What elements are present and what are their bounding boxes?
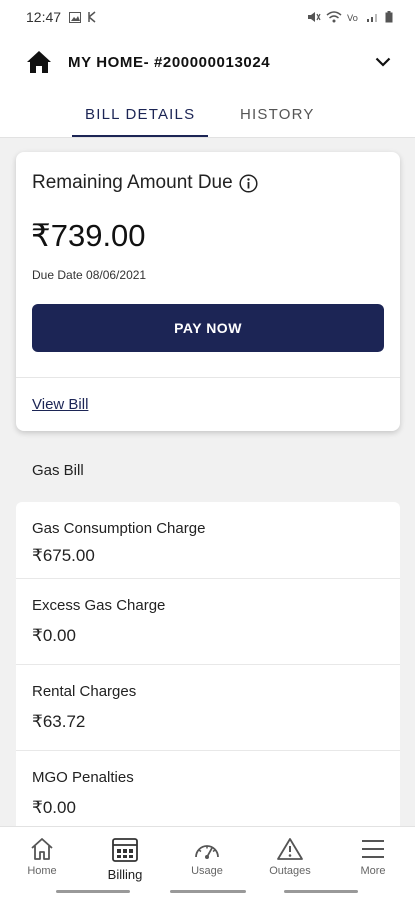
svg-text:Vo: Vo: [347, 14, 358, 23]
charge-value: ₹675.00: [32, 546, 95, 565]
account-title: MY HOME- #200000013024: [68, 53, 271, 71]
charge-row: Gas Consumption Charge ₹675.00: [16, 502, 400, 579]
pay-now-button[interactable]: PAY NOW: [32, 304, 384, 352]
charges-list: Gas Consumption Charge ₹675.00 Excess Ga…: [16, 502, 400, 832]
home-filled-icon: [27, 51, 51, 73]
tab-history[interactable]: HISTORY: [240, 106, 315, 123]
gesture-bar-right: [284, 890, 358, 893]
amount-due-card: Remaining Amount Due ₹739.00 Due Date 08…: [16, 152, 400, 431]
nav-more[interactable]: More: [338, 837, 408, 877]
wifi-icon: [326, 11, 342, 23]
nav-label-more: More: [360, 865, 386, 877]
status-system-icons: Vo: [307, 11, 393, 23]
signal-icon: [367, 14, 377, 22]
charge-row: MGO Penalties ₹0.00: [16, 751, 400, 832]
active-tab-indicator: [72, 135, 208, 137]
charge-label: Gas Consumption Charge: [32, 520, 206, 537]
nav-billing[interactable]: Billing: [90, 837, 160, 882]
gesture-bar-left: [56, 890, 130, 893]
charge-value: ₹63.72: [32, 712, 86, 731]
amount-due-heading: Remaining Amount Due: [32, 172, 258, 194]
tab-bill-details[interactable]: BILL DETAILS: [85, 106, 195, 123]
status-time: 12:47: [26, 9, 62, 25]
charge-row: Excess Gas Charge ₹0.00: [16, 579, 400, 665]
charge-label: Excess Gas Charge: [32, 597, 166, 614]
gas-bill-section-title: Gas Bill: [32, 462, 84, 479]
outages-icon: [277, 838, 303, 860]
status-bar: 12:47 Vo: [0, 0, 415, 34]
view-bill-link[interactable]: View Bill: [32, 396, 88, 413]
bottom-navigation: Home Billing Usage Outages More: [0, 826, 415, 900]
image-icon: [69, 11, 82, 23]
nav-label-outages: Outages: [269, 865, 311, 877]
nav-label-usage: Usage: [191, 865, 223, 877]
amount-due-value: ₹739.00: [31, 218, 146, 253]
account-header: MY HOME- #200000013024 BILL DETAILS HIST…: [0, 34, 415, 138]
nav-outages[interactable]: Outages: [255, 837, 325, 877]
chevron-down-icon[interactable]: [375, 57, 391, 67]
wifi-calling-icon: [88, 11, 96, 23]
account-selector[interactable]: MY HOME- #200000013024: [26, 48, 391, 76]
mute-icon: [308, 12, 321, 22]
charge-label: Rental Charges: [32, 683, 137, 700]
nav-home[interactable]: Home: [7, 837, 77, 877]
charge-value: ₹0.00: [32, 798, 76, 817]
tab-bar: BILL DETAILS HISTORY: [0, 100, 415, 138]
charge-label: MGO Penalties: [32, 769, 134, 786]
amount-due-title: Remaining Amount Due: [32, 172, 233, 193]
charge-value: ₹0.00: [32, 626, 76, 645]
billing-icon: [112, 838, 138, 862]
status-notification-icons: [69, 11, 97, 23]
charge-row: Rental Charges ₹63.72: [16, 665, 400, 751]
due-date: Due Date 08/06/2021: [32, 268, 147, 282]
gesture-bar-center: [170, 890, 246, 893]
nav-usage[interactable]: Usage: [172, 837, 242, 877]
nav-label-billing: Billing: [107, 867, 143, 882]
card-divider: [16, 377, 400, 378]
home-icon: [31, 838, 53, 860]
battery-icon: [385, 11, 393, 23]
menu-icon: [362, 840, 384, 858]
nav-label-home: Home: [27, 865, 57, 877]
volte-icon: Vo: [347, 14, 358, 23]
info-icon[interactable]: [239, 173, 258, 193]
usage-icon: [195, 845, 219, 859]
